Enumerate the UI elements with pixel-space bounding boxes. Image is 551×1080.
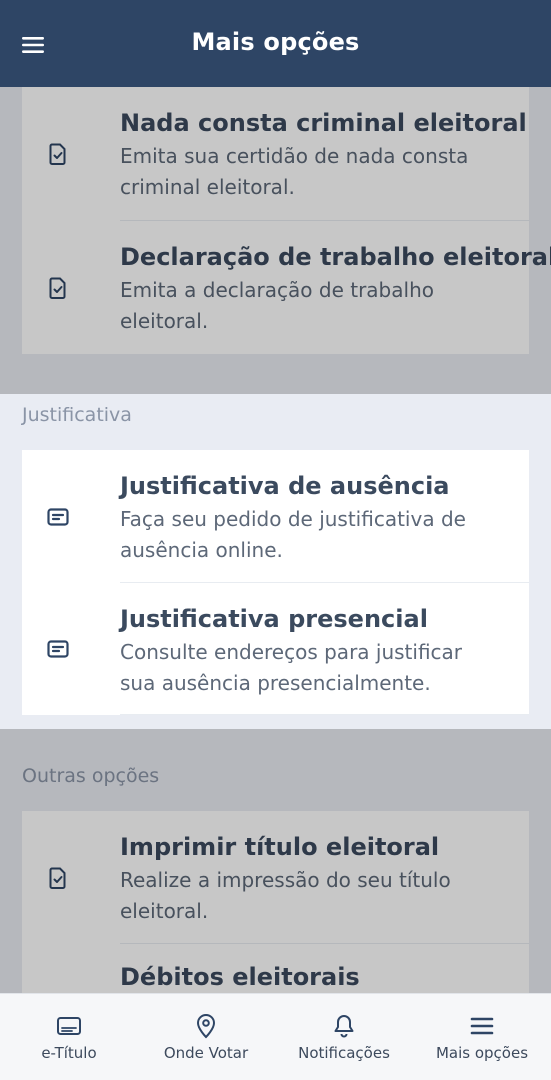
message-lines-icon [47, 640, 69, 658]
list-item-debitos-eleitorais[interactable]: Débitos eleitorais [22, 944, 529, 993]
item-title: Justificativa presencial [120, 605, 428, 633]
item-description-line: Realize a impressão do seu título [120, 868, 451, 892]
app-header: Mais opções [0, 0, 551, 87]
location-pin-icon [196, 1013, 216, 1039]
item-description-line: eleitoral. [120, 309, 209, 333]
outras-card: Imprimir título eleitoral Realize a impr… [22, 811, 529, 993]
item-description-line: eleitoral. [120, 899, 209, 923]
item-text: Débitos eleitorais [120, 961, 519, 993]
list-item-imprimir-titulo[interactable]: Imprimir título eleitoral Realize a impr… [22, 811, 529, 944]
nav-mais-opcoes[interactable]: Mais opções [413, 994, 551, 1080]
id-card-icon [57, 1017, 81, 1035]
item-description-line: Consulte endereços para justificar [120, 640, 463, 664]
item-description-line: criminal eleitoral. [120, 175, 295, 199]
document-check-icon [49, 277, 66, 299]
item-title: Débitos eleitorais [120, 963, 360, 991]
list-item-declaracao-trabalho[interactable]: Declaração de trabalho eleitoral Emita a… [22, 221, 551, 354]
item-title: Justificativa de ausência [120, 472, 450, 500]
item-text: Justificativa de ausência Faça seu pedid… [120, 470, 519, 566]
item-text: Imprimir título eleitoral Realize a impr… [120, 831, 519, 927]
item-text: Justificativa presencial Consulte endere… [120, 603, 519, 699]
justificativa-card: Justificativa de ausência Faça seu pedid… [22, 450, 529, 715]
document-check-icon [49, 143, 66, 165]
item-text: Declaração de trabalho eleitoral Emita a… [120, 241, 551, 337]
bell-icon [334, 1015, 354, 1038]
item-title: Nada consta criminal eleitoral [120, 109, 527, 137]
section-label-outras-opcoes: Outras opções [22, 765, 160, 787]
page-title: Mais opções [191, 28, 360, 56]
nav-label: Onde Votar [163, 1044, 249, 1062]
document-check-icon [49, 867, 66, 889]
section-label-justificativa: Justificativa [22, 404, 132, 426]
nav-label: Notificações [298, 1044, 390, 1062]
bottom-navigation: e-Título Onde Votar Notificações Mais op… [0, 993, 551, 1080]
item-title: Declaração de trabalho eleitoral [120, 243, 551, 271]
nav-e-titulo[interactable]: e-Título [0, 994, 138, 1080]
item-description-line: Faça seu pedido de justificativa de [120, 507, 466, 531]
nav-label: e-Título [41, 1044, 97, 1062]
list-item-justificativa-presencial[interactable]: Justificativa presencial Consulte endere… [22, 583, 529, 715]
list-item-nada-consta[interactable]: Nada consta criminal eleitoral Emita sua… [22, 87, 529, 221]
list-item-justificativa-ausencia[interactable]: Justificativa de ausência Faça seu pedid… [22, 450, 529, 583]
item-description-line: Emita sua certidão de nada consta [120, 144, 469, 168]
item-description-line: sua ausência presencialmente. [120, 671, 431, 695]
hamburger-menu-icon [470, 1017, 494, 1035]
nav-notificacoes[interactable]: Notificações [275, 994, 413, 1080]
item-title: Imprimir título eleitoral [120, 833, 440, 861]
nav-label: Mais opções [435, 1044, 529, 1062]
item-text: Nada consta criminal eleitoral Emita sua… [120, 107, 527, 203]
message-lines-icon [47, 507, 69, 526]
item-description-line: Emita a declaração de trabalho [120, 278, 434, 302]
documents-card: Nada consta criminal eleitoral Emita sua… [22, 87, 551, 354]
item-description-line: ausência online. [120, 538, 283, 562]
divider [120, 714, 529, 715]
nav-onde-votar[interactable]: Onde Votar [137, 994, 275, 1080]
